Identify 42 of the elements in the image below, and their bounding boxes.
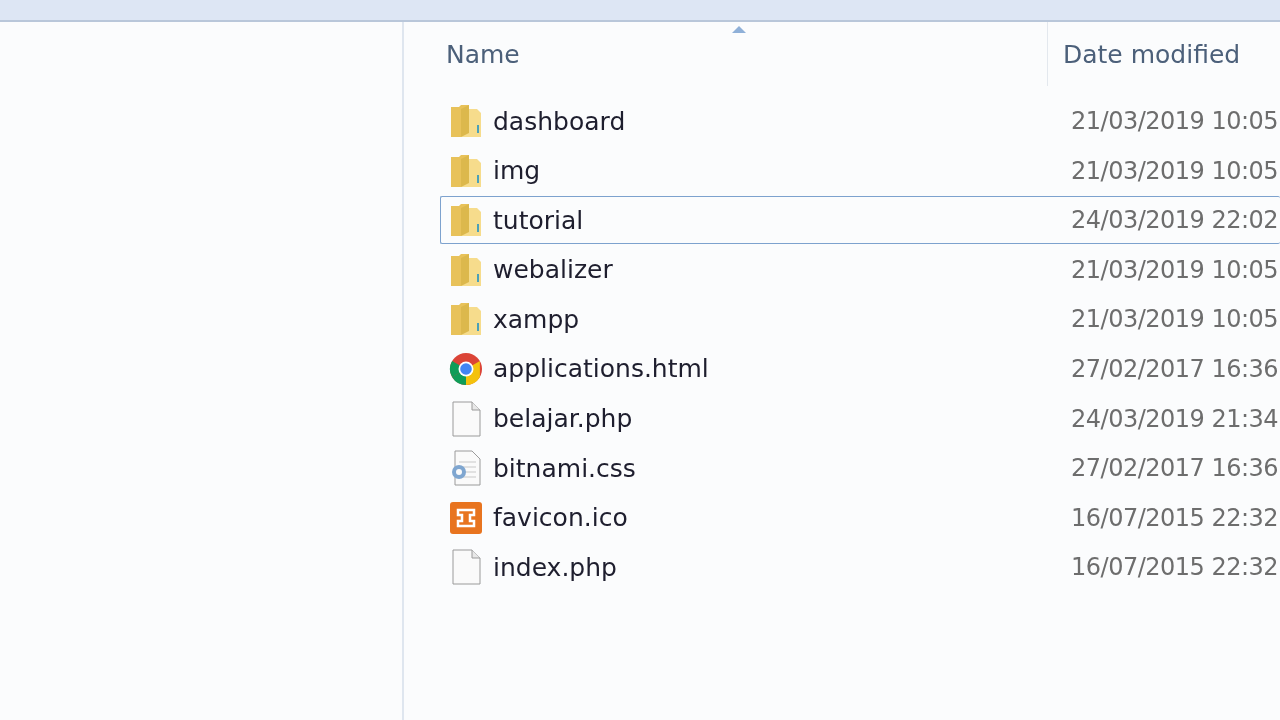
date-modified: 27/02/2017 16:36 [1071, 454, 1279, 483]
file-row[interactable]: xampp 21/03/2019 10:05 [440, 295, 1280, 344]
folder-icon [449, 301, 483, 338]
xampp-icon [449, 500, 483, 535]
file-row[interactable]: webalizer 21/03/2019 10:05 [440, 245, 1280, 294]
document-icon [449, 549, 483, 586]
folder-icon [449, 103, 483, 139]
file-name: xampp [493, 304, 580, 334]
date-modified: 27/02/2017 16:36 [1071, 354, 1279, 383]
file-name: applications.html [493, 354, 709, 384]
settings-file-icon [449, 450, 483, 487]
date-modified: 24/03/2019 21:34 [1071, 404, 1279, 433]
file-name: favicon.ico [493, 503, 628, 533]
file-name: webalizer [493, 255, 613, 285]
file-row[interactable]: img 21/03/2019 10:05 [440, 146, 1280, 195]
folder-icon [449, 251, 483, 288]
date-modified: 16/07/2015 22:32 [1071, 503, 1279, 532]
file-name: dashboard [493, 106, 626, 136]
file-row[interactable]: dashboard 21/03/2019 10:05 [440, 97, 1280, 145]
date-modified: 21/03/2019 10:05 [1071, 305, 1279, 334]
file-row[interactable]: tutorial 24/03/2019 22:02 [440, 196, 1280, 245]
file-row[interactable]: belajar.php 24/03/2019 21:34 [440, 394, 1280, 443]
file-name: belajar.php [493, 404, 633, 434]
file-name: index.php [493, 552, 617, 582]
file-row[interactable]: index.php 16/07/2015 22:32 [440, 543, 1280, 592]
file-row[interactable]: applications.html 27/02/2017 16:36 [440, 344, 1280, 393]
file-row[interactable]: favicon.ico 16/07/2015 22:32 [440, 493, 1280, 542]
date-modified: 24/03/2019 22:02 [1071, 206, 1279, 235]
column-header[interactable]: Date modified [1048, 22, 1241, 86]
file-name: img [493, 156, 541, 186]
folder-icon [449, 152, 483, 189]
date-modified: 21/03/2019 10:05 [1071, 255, 1279, 284]
file-name: tutorial [493, 205, 584, 235]
document-icon [449, 400, 483, 437]
folder-icon [449, 202, 483, 239]
date-modified: 21/03/2019 10:05 [1071, 156, 1279, 185]
date-modified: 16/07/2015 22:32 [1071, 553, 1279, 582]
file-row[interactable]: bitnami.css 27/02/2017 16:36 [440, 444, 1280, 493]
browser-icon [449, 351, 483, 386]
date-modified: 21/03/2019 10:05 [1071, 107, 1279, 135]
file-name: bitnami.css [493, 453, 636, 483]
column-header[interactable]: Name [404, 22, 1048, 86]
